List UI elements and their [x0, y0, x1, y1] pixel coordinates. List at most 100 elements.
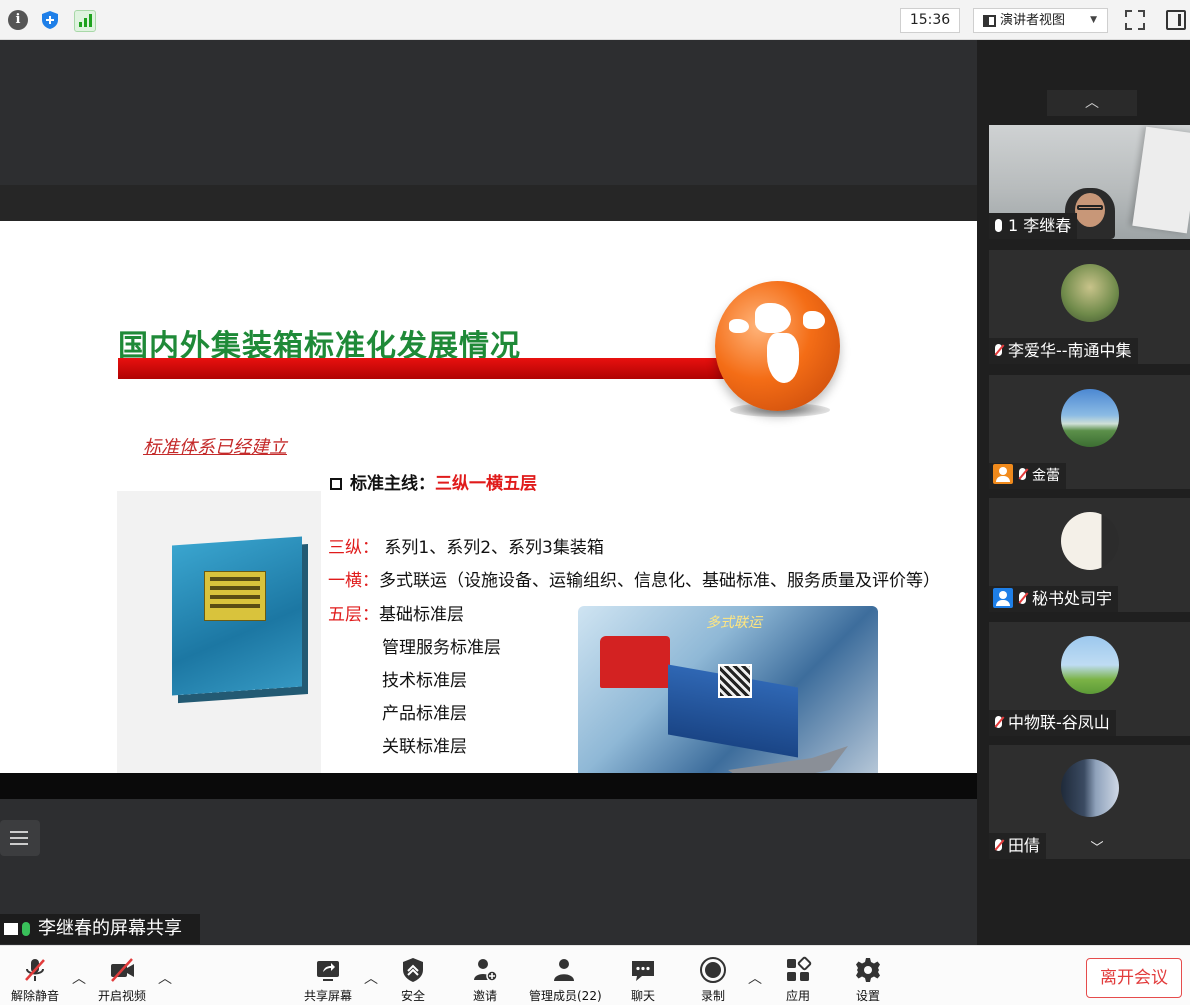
security-label: 安全: [400, 989, 425, 1003]
participant-name: 秘书处司宇: [1032, 589, 1113, 608]
multimodal-transport-image: 多式联运: [578, 606, 878, 773]
info-icon[interactable]: i: [8, 10, 28, 30]
mic-muted-icon: [25, 959, 45, 981]
chevron-up-icon[interactable]: ︿: [748, 968, 762, 988]
row-text: 基础标准层: [379, 605, 464, 625]
participant-name-tag: 李爱华--南通中集: [989, 338, 1138, 364]
participant-name-tag: 金蕾: [989, 463, 1066, 489]
participant-face: [1075, 193, 1105, 227]
share-screen-icon: [317, 961, 339, 981]
video-background-object: [1132, 126, 1190, 234]
mic-muted-icon: [994, 839, 1003, 852]
book-cover-label: [204, 571, 266, 621]
row-text: 多式联运（设施设备、运输组织、信息化、基础标准、服务质量及评价等）: [379, 571, 940, 591]
participant-name: 金蕾: [1032, 468, 1060, 484]
participant-name: 李爱华--南通中集: [1008, 341, 1132, 360]
participant-tile[interactable]: 李爱华--南通中集: [989, 250, 1190, 364]
row-horizontal: 一横：多式联运（设施设备、运输组织、信息化、基础标准、服务质量及评价等）: [328, 566, 940, 591]
meeting-window: i 15:36 演讲者视图 ▼ 国内外集装箱标准化发展情况 标准体系已经建立 标…: [0, 0, 1190, 1005]
host-badge-icon: [993, 464, 1013, 484]
apps-button[interactable]: 应用: [763, 956, 833, 1004]
leave-meeting-button[interactable]: 离开会议: [1086, 958, 1182, 998]
chevron-down-icon: ▼: [1090, 15, 1097, 25]
row-text: 系列1、系列2、系列3集装箱: [379, 538, 604, 558]
apps-label: 应用: [785, 989, 810, 1003]
qr-code-image: [718, 664, 752, 698]
record-button[interactable]: 录制: [678, 956, 748, 1004]
mic-muted-icon: [994, 716, 1003, 729]
start-video-button[interactable]: 开启视频: [87, 956, 157, 1004]
cohost-badge-icon: [993, 588, 1013, 608]
manage-members-button[interactable]: 管理成员(22): [529, 956, 602, 1004]
main-line-value: 三纵一横五层: [435, 474, 537, 494]
share-screen-button[interactable]: 共享屏幕: [293, 956, 363, 1004]
title-underline-bar: [118, 358, 728, 379]
chevron-up-icon: ︿: [1085, 95, 1099, 111]
row-key: 五层：: [328, 605, 379, 625]
security-button[interactable]: 安全: [378, 956, 448, 1004]
row-key: 一横：: [328, 571, 379, 591]
avatar: [1061, 389, 1119, 447]
participant-name: 中物联-谷凤山: [1008, 713, 1110, 732]
participant-tile[interactable]: 1 李继春: [989, 125, 1190, 239]
unmute-label: 解除静音: [10, 989, 59, 1003]
shared-slide: 国内外集装箱标准化发展情况 标准体系已经建立 标准主线：三纵一横五层 三纵： 系…: [0, 221, 977, 773]
chevron-up-icon[interactable]: ︿: [72, 968, 86, 988]
avatar: [1061, 636, 1119, 694]
invite-button[interactable]: 邀请: [450, 956, 520, 1004]
start-video-label: 开启视频: [97, 989, 146, 1003]
mic-muted-icon: [1018, 468, 1027, 481]
participants-panel: ︿ 1 李继春 李爱华--南通中集 金蕾 秘书处司宇 中物联-谷凤山 田倩 ﹀: [977, 40, 1190, 945]
settings-button[interactable]: 设置: [833, 956, 903, 1004]
participant-tile[interactable]: 中物联-谷凤山: [989, 622, 1190, 736]
avatar: [1061, 759, 1119, 817]
layer-item: 关联标准层: [382, 737, 467, 757]
chat-button[interactable]: 聊天: [608, 956, 678, 1004]
participant-name-tag: 1 李继春: [989, 213, 1078, 239]
layer-item: 技术标准层: [382, 671, 467, 691]
chevron-up-icon[interactable]: ︿: [364, 968, 378, 988]
share-owner-text: 李继春的屏幕共享: [38, 918, 182, 939]
shield-icon[interactable]: [40, 10, 60, 30]
layer-item: 管理服务标准层: [382, 638, 501, 658]
apps-grid-icon: [787, 956, 812, 981]
checkbox-bullet-icon: [330, 478, 342, 490]
add-user-icon: [474, 959, 498, 982]
mic-active-icon: [22, 922, 30, 936]
participant-tile[interactable]: 秘书处司宇: [989, 498, 1190, 612]
participant-name-tag: 田倩: [989, 833, 1047, 859]
side-panel-toggle-icon[interactable]: [1166, 10, 1186, 30]
handwritten-note: 标准体系已经建立: [143, 437, 287, 458]
fullscreen-icon[interactable]: [1125, 10, 1145, 30]
avatar: [1061, 512, 1119, 570]
slide-bottom-bar: [0, 773, 977, 799]
view-mode-dropdown[interactable]: 演讲者视图 ▼: [973, 8, 1108, 33]
participant-name: 田倩: [1008, 836, 1041, 855]
video-off-icon: [111, 958, 134, 982]
settings-label: 设置: [855, 989, 880, 1003]
screen-share-icon: [4, 923, 18, 935]
participant-name: 1 李继春: [1008, 216, 1072, 235]
truck-image: [600, 636, 670, 688]
list-menu-button[interactable]: [0, 820, 40, 856]
participant-glasses: [1077, 205, 1103, 210]
main-line-heading: 标准主线：三纵一横五层: [330, 469, 537, 494]
meeting-timer: 15:36: [900, 8, 960, 33]
scroll-up-button[interactable]: ︿: [1047, 90, 1137, 116]
mic-muted-icon: [994, 344, 1003, 357]
globe-image: [715, 281, 840, 411]
view-mode-label: 演讲者视图: [1000, 13, 1066, 28]
screen-share-label: 李继春的屏幕共享: [0, 914, 200, 944]
gear-icon: [856, 958, 880, 982]
unmute-button[interactable]: 解除静音: [0, 956, 70, 1004]
chevron-up-icon[interactable]: ︿: [158, 968, 172, 988]
participant-name-tag: 中物联-谷凤山: [989, 710, 1116, 736]
mic-on-icon: [995, 219, 1002, 232]
members-icon: [554, 959, 574, 981]
scroll-down-button[interactable]: ﹀: [1062, 840, 1132, 858]
bottom-toolbar: 解除静音 ︿ 开启视频 ︿ 共享屏幕 ︿ 安全 邀请 管理成员(22) 聊天 录…: [0, 945, 1190, 1005]
participant-tile[interactable]: 金蕾: [989, 375, 1190, 489]
record-label: 录制: [700, 989, 725, 1003]
network-signal-icon[interactable]: [74, 10, 96, 32]
participant-name-tag: 秘书处司宇: [989, 586, 1119, 612]
